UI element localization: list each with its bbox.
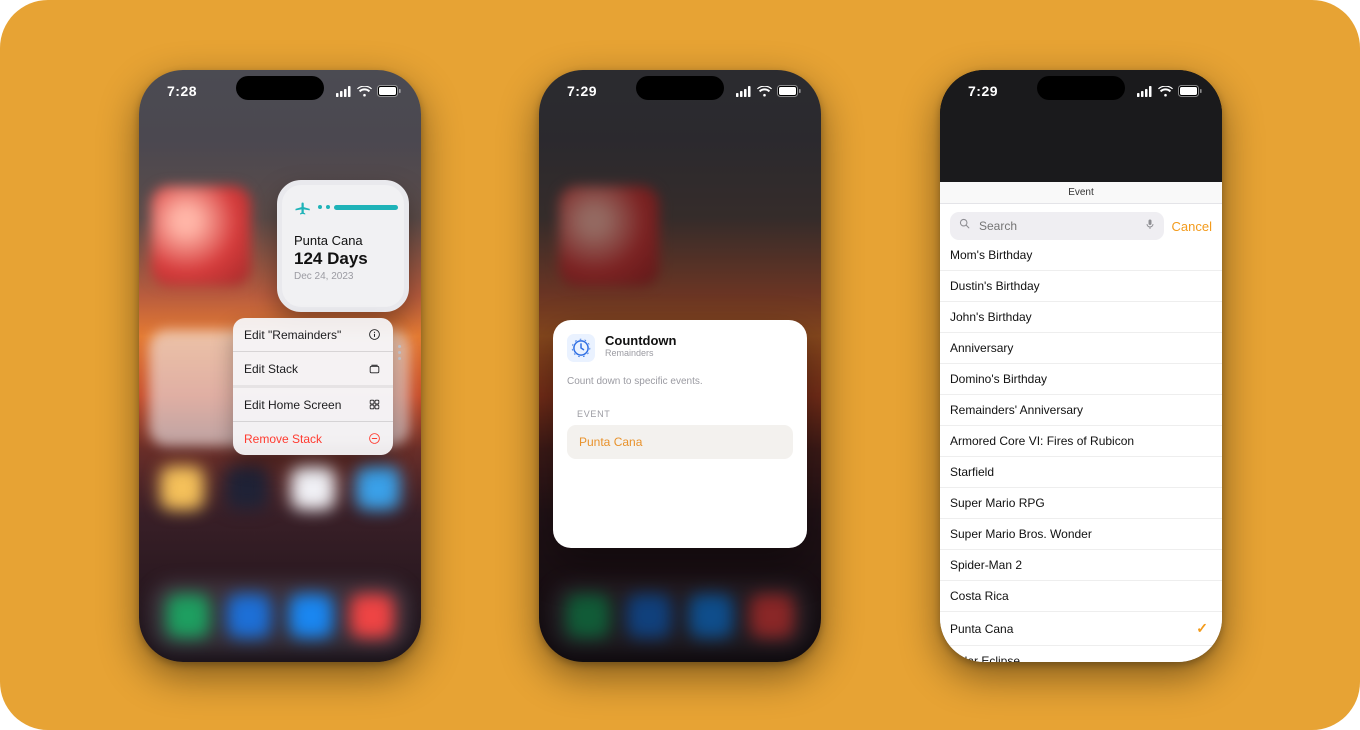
sheet-title: Countdown	[605, 334, 676, 348]
sheet-description: Count down to specific events.	[567, 376, 793, 387]
event-row-label: Mom's Birthday	[950, 248, 1032, 262]
cellular-icon	[336, 86, 352, 97]
cancel-button[interactable]: Cancel	[1172, 219, 1212, 234]
event-field-label: EVENT	[577, 409, 793, 419]
event-row-label: Super Mario RPG	[950, 496, 1045, 510]
cellular-icon	[1137, 86, 1153, 97]
info-icon	[367, 327, 382, 342]
event-titlebar: Event	[940, 182, 1222, 204]
context-menu: Edit "Remainders" Edit Stack Edit Home S…	[233, 318, 393, 455]
status-time: 7:28	[167, 83, 197, 99]
event-row[interactable]: Punta Cana ✓	[940, 612, 1222, 646]
event-row[interactable]: Armored Core VI: Fires of Rubicon	[940, 426, 1222, 457]
status-icons	[1137, 85, 1202, 97]
event-row-label: Spider-Man 2	[950, 558, 1022, 572]
event-row-label: Starfield	[950, 465, 994, 479]
phone-3: 7:29 Event Cancel Mom's Birthday Dustin's…	[940, 70, 1222, 662]
menu-edit-home[interactable]: Edit Home Screen	[233, 385, 393, 421]
plane-icon	[294, 198, 312, 216]
dock	[149, 580, 411, 652]
cellular-icon	[736, 86, 752, 97]
event-row[interactable]: Solar Eclipse	[940, 646, 1222, 662]
dynamic-island	[1037, 76, 1125, 100]
battery-icon	[1178, 85, 1202, 97]
event-row-label: John's Birthday	[950, 310, 1032, 324]
phone-1: 7:28 Punta Cana 124 Days Dec 24, 2023	[139, 70, 421, 662]
check-icon: ✓	[1196, 620, 1208, 637]
dynamic-island	[636, 76, 724, 100]
wifi-icon	[757, 86, 772, 97]
event-panel-title: Event	[1068, 187, 1094, 198]
remove-icon	[367, 431, 382, 446]
dynamic-island	[236, 76, 324, 100]
event-row-label: Costa Rica	[950, 589, 1009, 603]
event-row[interactable]: Mom's Birthday	[940, 240, 1222, 271]
battery-icon	[377, 85, 401, 97]
menu-edit-app-label: Edit "Remainders"	[244, 328, 341, 342]
event-row[interactable]: Spider-Man 2	[940, 550, 1222, 581]
menu-edit-app[interactable]: Edit "Remainders"	[233, 318, 393, 351]
event-row-label: Armored Core VI: Fires of Rubicon	[950, 434, 1134, 448]
menu-remove-stack-label: Remove Stack	[244, 432, 322, 446]
widget-destination: Punta Cana	[294, 233, 398, 248]
event-selector[interactable]: Punta Cana	[567, 425, 793, 459]
stack-icon	[367, 361, 382, 376]
wifi-icon	[1158, 86, 1173, 97]
battery-icon	[777, 85, 801, 97]
home-app-row	[139, 466, 421, 510]
menu-remove-stack[interactable]: Remove Stack	[233, 421, 393, 455]
phone-2: 7:29 Countdown Remainders Count down to …	[539, 70, 821, 662]
menu-edit-home-label: Edit Home Screen	[244, 398, 341, 412]
widget-date: Dec 24, 2023	[294, 271, 398, 282]
event-row-label: Anniversary	[950, 341, 1013, 355]
event-row-label: Dustin's Birthday	[950, 279, 1040, 293]
event-row-label: Super Mario Bros. Wonder	[950, 527, 1092, 541]
event-row[interactable]: Starfield	[940, 457, 1222, 488]
event-row[interactable]: Dustin's Birthday	[940, 271, 1222, 302]
countdown-widget[interactable]: Punta Cana 124 Days Dec 24, 2023	[277, 180, 409, 312]
event-row[interactable]: Remainders' Anniversary	[940, 395, 1222, 426]
event-row-label: Domino's Birthday	[950, 372, 1047, 386]
wifi-icon	[357, 86, 372, 97]
event-row[interactable]: Super Mario Bros. Wonder	[940, 519, 1222, 550]
blurred-widget-red	[151, 186, 251, 286]
widget-countdown: 124 Days	[294, 249, 398, 269]
search-field[interactable]	[950, 212, 1164, 240]
sheet-subtitle: Remainders	[605, 348, 676, 358]
event-list[interactable]: Mom's Birthday Dustin's Birthday John's Bi…	[940, 240, 1222, 662]
event-row-label: Punta Cana	[950, 622, 1013, 636]
event-row-label: Remainders' Anniversary	[950, 403, 1083, 417]
event-row[interactable]: Costa Rica	[940, 581, 1222, 612]
search-icon	[958, 217, 971, 235]
event-row[interactable]: Anniversary	[940, 333, 1222, 364]
menu-edit-stack[interactable]: Edit Stack	[233, 351, 393, 385]
widget-config-sheet: Countdown Remainders Count down to speci…	[553, 320, 807, 548]
status-time: 7:29	[968, 83, 998, 99]
menu-edit-stack-label: Edit Stack	[244, 362, 298, 376]
event-row[interactable]: Super Mario RPG	[940, 488, 1222, 519]
progress-dots	[318, 205, 398, 210]
stage: 7:28 Punta Cana 124 Days Dec 24, 2023	[0, 0, 1360, 730]
search-input[interactable]	[979, 219, 1136, 233]
mic-icon[interactable]	[1144, 217, 1156, 236]
countdown-app-icon	[567, 334, 595, 362]
event-row-label: Solar Eclipse	[950, 654, 1020, 662]
event-row[interactable]: John's Birthday	[940, 302, 1222, 333]
event-selector-value: Punta Cana	[579, 435, 642, 449]
apps-icon	[367, 397, 382, 412]
status-icons	[736, 85, 801, 97]
status-time: 7:29	[567, 83, 597, 99]
event-row[interactable]: Domino's Birthday	[940, 364, 1222, 395]
stack-indicator	[398, 345, 401, 360]
status-icons	[336, 85, 401, 97]
